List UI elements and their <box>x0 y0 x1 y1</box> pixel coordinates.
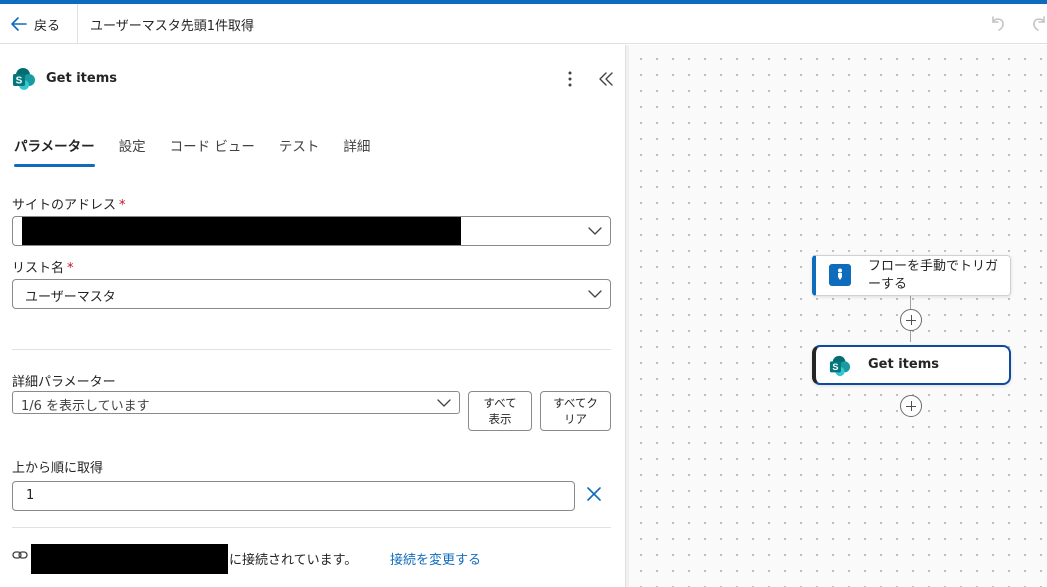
site-address-dropdown[interactable] <box>12 216 611 246</box>
show-all-button[interactable]: すべて 表示 <box>468 391 532 431</box>
chevron-down-icon <box>588 290 602 298</box>
clear-all-button[interactable]: すべてク リア <box>540 391 611 431</box>
svg-text:S: S <box>16 76 23 87</box>
advanced-params-summary: 1/6 を表示しています <box>21 399 150 414</box>
list-name-dropdown[interactable]: ユーザーマスタ <box>12 279 611 309</box>
top-count-input[interactable]: 1 <box>12 481 575 511</box>
flow-title: ユーザーマスタ先頭1件取得 <box>90 19 255 34</box>
action-title: Get items <box>46 71 117 86</box>
section-divider <box>12 349 611 350</box>
sharepoint-icon: S <box>829 355 851 377</box>
site-address-label: サイトのアドレス * <box>12 194 126 213</box>
tab-test[interactable]: テスト <box>279 135 320 167</box>
svg-text:S: S <box>832 362 838 372</box>
back-arrow-icon <box>11 17 27 31</box>
tab-settings[interactable]: 設定 <box>119 135 146 167</box>
top-count-label: 上から順に取得 <box>12 461 104 476</box>
show-all-label-1: すべて <box>483 396 517 410</box>
action-config-panel: S Get items パラメーター 設定 コード ビュー テスト 詳細 サイト… <box>0 45 626 587</box>
clear-all-label-1: すべてク <box>553 396 598 410</box>
list-name-label: リスト名 * <box>12 257 74 276</box>
section-divider <box>12 527 611 528</box>
site-address-label-text: サイトのアドレス <box>12 198 117 213</box>
more-vertical-icon[interactable] <box>563 69 577 89</box>
back-button[interactable]: 戻る <box>10 12 60 36</box>
show-all-label-2: 表示 <box>488 412 512 426</box>
link-icon <box>12 551 28 559</box>
get-items-node-label: Get items <box>868 357 939 372</box>
tab-bar: パラメーター 設定 コード ビュー テスト 詳細 <box>14 135 394 167</box>
top-count-value: 1 <box>26 488 35 503</box>
back-label: 戻る <box>34 18 61 34</box>
redacted-site-address <box>22 217 461 245</box>
list-name-value: ユーザーマスタ <box>25 290 116 305</box>
change-connection-link[interactable]: 接続を変更する <box>390 549 481 568</box>
add-step-button[interactable] <box>900 395 922 417</box>
header-bar: 戻る ユーザーマスタ先頭1件取得 <box>0 4 1047 44</box>
sharepoint-icon: S <box>13 68 35 90</box>
clear-all-label-2: リア <box>564 412 587 426</box>
trigger-node-label: フローを手動でトリガーする <box>868 259 999 292</box>
redacted-connection-name <box>31 544 228 574</box>
collapse-icon[interactable] <box>598 70 614 88</box>
trigger-node[interactable]: フローを手動でトリガーする <box>812 255 1011 296</box>
chevron-down-icon <box>437 399 451 407</box>
tab-details[interactable]: 詳細 <box>343 135 370 167</box>
list-name-label-text: リスト名 <box>12 261 65 276</box>
get-items-node[interactable]: S Get items <box>812 345 1011 385</box>
flow-canvas[interactable] <box>629 45 1047 587</box>
manual-trigger-icon <box>829 264 851 286</box>
add-step-button[interactable] <box>900 309 922 331</box>
connection-status: に接続されています。 <box>229 553 358 568</box>
advanced-params-dropdown[interactable]: 1/6 を表示しています <box>12 391 460 414</box>
redo-icon[interactable] <box>1029 13 1047 33</box>
chevron-down-icon <box>588 227 602 235</box>
advanced-params-label: 詳細パラメーター <box>12 375 116 390</box>
close-icon[interactable] <box>585 485 603 503</box>
tab-code-view[interactable]: コード ビュー <box>170 135 255 167</box>
header-divider <box>77 4 78 44</box>
required-marker: * <box>67 261 74 276</box>
undo-icon[interactable] <box>988 13 1008 33</box>
required-marker: * <box>119 198 126 213</box>
tab-parameters[interactable]: パラメーター <box>14 135 95 167</box>
